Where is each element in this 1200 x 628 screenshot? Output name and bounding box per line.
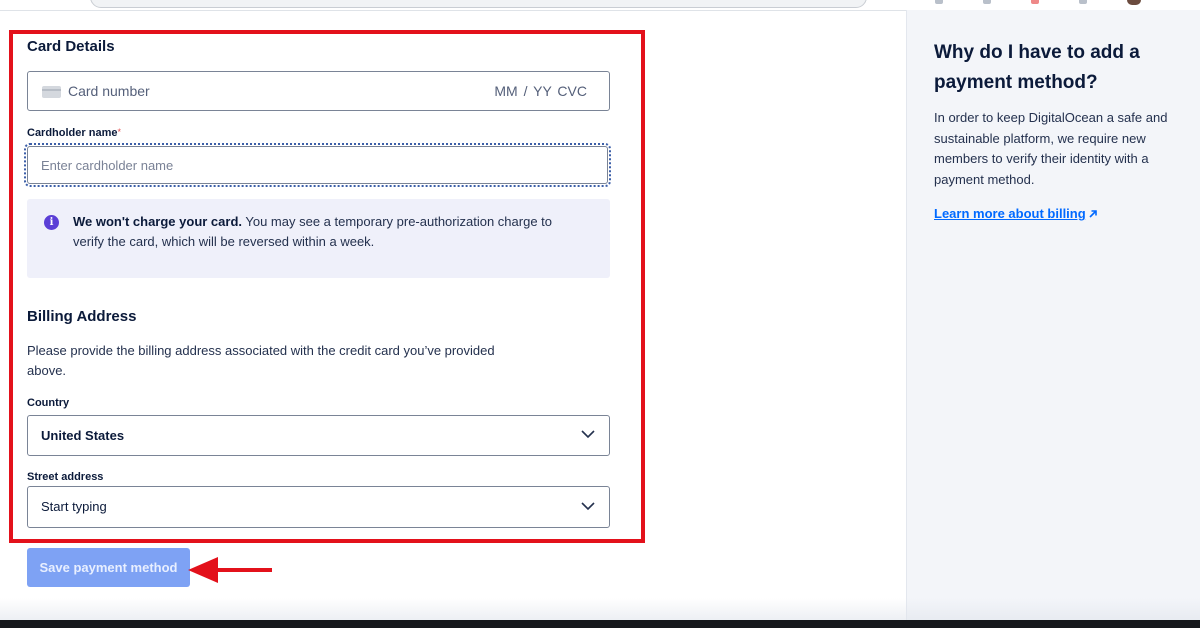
country-label: Country bbox=[27, 397, 70, 409]
address-bar[interactable] bbox=[90, 0, 867, 8]
learn-more-billing-link[interactable]: Learn more about billing bbox=[934, 204, 1097, 224]
extension-icon[interactable] bbox=[1031, 0, 1039, 4]
card-number-field[interactable]: Card number MM / YY CVC bbox=[27, 71, 610, 111]
country-select[interactable]: United States bbox=[27, 415, 610, 456]
country-select-value: United States bbox=[41, 428, 125, 443]
browser-toolbar-icons bbox=[935, 0, 1141, 6]
street-address-select[interactable]: Start typing bbox=[27, 486, 610, 528]
credit-card-icon bbox=[42, 86, 61, 98]
info-notice-bold: We won't charge your card. bbox=[73, 214, 242, 229]
cardholder-name-label: Cardholder name* bbox=[27, 127, 121, 139]
chevron-down-icon bbox=[581, 502, 595, 511]
info-notice: i We won't charge your card. You may see… bbox=[27, 199, 610, 278]
card-number-placeholder: Card number bbox=[68, 83, 150, 99]
extension-icon[interactable] bbox=[983, 0, 991, 4]
required-mark: * bbox=[117, 127, 121, 137]
info-icon: i bbox=[44, 215, 59, 230]
card-details-title: Card Details bbox=[27, 38, 115, 55]
billing-address-description: Please provide the billing address assoc… bbox=[27, 343, 495, 378]
external-link-icon bbox=[1089, 210, 1097, 218]
bottom-shadow bbox=[0, 598, 1200, 620]
info-notice-text: We won't charge your card. You may see a… bbox=[73, 212, 573, 252]
save-payment-method-button[interactable]: Save payment method bbox=[27, 548, 190, 587]
red-arrow-annotation bbox=[188, 557, 272, 583]
learn-more-billing-link-text: Learn more about billing bbox=[934, 206, 1086, 221]
street-address-label: Street address bbox=[27, 471, 104, 483]
sidebar-title: Why do I have to add a payment method? bbox=[934, 42, 1140, 93]
billing-address-title: Billing Address bbox=[27, 308, 137, 325]
profile-avatar[interactable] bbox=[1127, 0, 1141, 5]
chevron-down-icon bbox=[581, 430, 595, 439]
extension-icon[interactable] bbox=[935, 0, 943, 4]
cardholder-name-input[interactable] bbox=[24, 143, 611, 187]
bottom-bar bbox=[0, 620, 1200, 628]
extension-icon[interactable] bbox=[1079, 0, 1087, 4]
sidebar-body: In order to keep DigitalOcean a safe and… bbox=[934, 110, 1168, 187]
screen: Card Details Card number MM / YY CVC Car… bbox=[0, 0, 1200, 628]
help-sidebar: Why do I have to add a payment method? I… bbox=[906, 10, 1200, 620]
cardholder-name-label-text: Cardholder name bbox=[27, 127, 118, 139]
card-expiry-cvc-placeholder: MM / YY CVC bbox=[494, 83, 587, 99]
street-address-placeholder: Start typing bbox=[41, 499, 107, 514]
